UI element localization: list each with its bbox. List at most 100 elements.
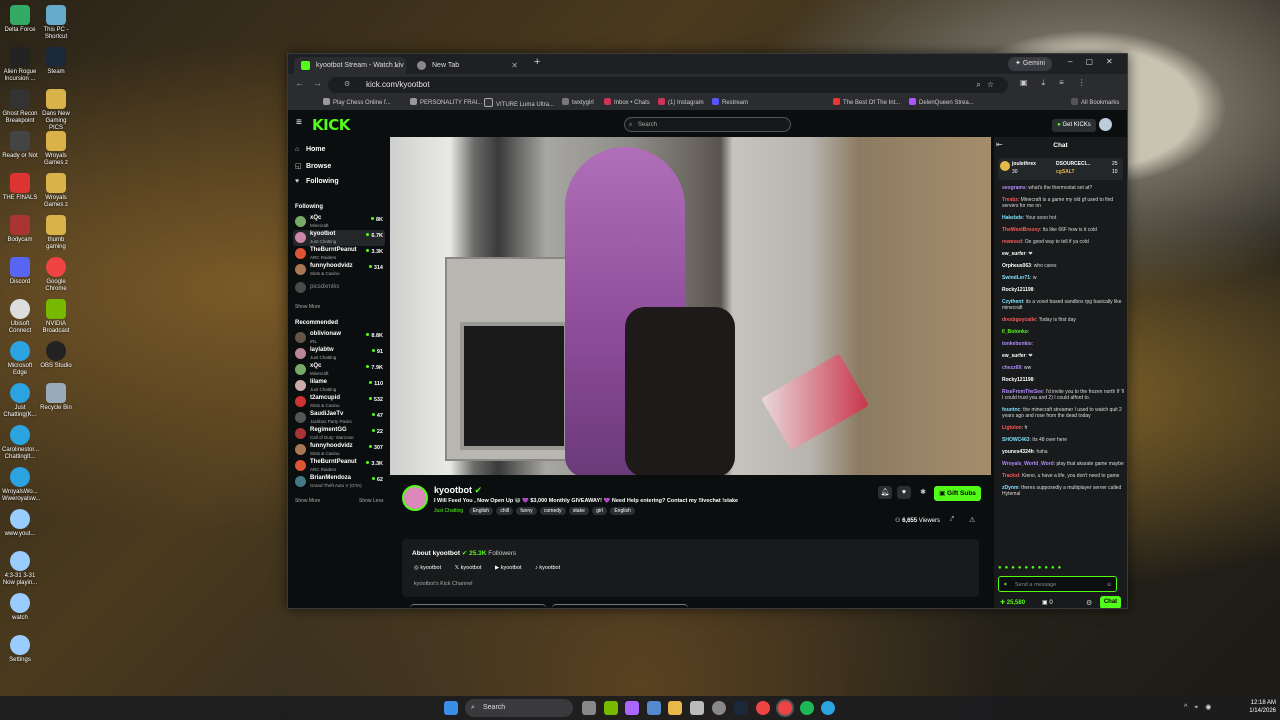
chat-input[interactable]: ✦ Send a message ☺ (998, 576, 1117, 592)
close-tab-icon[interactable]: ✕ (511, 57, 518, 74)
channel-item[interactable]: picsdxmiks (293, 280, 385, 296)
chat-message[interactable]: rewexsd: Oe good way to tell if ya cold (1002, 239, 1126, 245)
chat-message[interactable]: zDynm: theres supposedly a multiplayer s… (1002, 485, 1126, 497)
channel-points[interactable]: ✚ 25,580 (1000, 599, 1025, 606)
desktop-icon[interactable]: Ghost Recon Breakpoint (2, 89, 38, 125)
desktop-icon[interactable]: Recycle Bin (38, 383, 74, 412)
chat-username[interactable]: chezz69 (1002, 365, 1021, 371)
tag[interactable]: stake (568, 507, 589, 515)
chat-message[interactable]: younes4324h: haha (1002, 449, 1126, 455)
spotify-icon[interactable] (800, 701, 814, 715)
zoom-bookmark-icons[interactable]: ⌕☆ (976, 77, 1000, 93)
window-controls[interactable]: –▢✕ (1068, 57, 1126, 66)
send-chat-button[interactable]: Chat (1100, 596, 1121, 608)
leader-name[interactable]: cgSALT (1056, 169, 1075, 175)
copilot-icon[interactable] (625, 701, 639, 715)
search-input[interactable]: ⌕ Search (624, 117, 791, 132)
channel-item[interactable]: t2amcupid Slots & Casino 532 (293, 394, 385, 410)
nav-browse[interactable]: ◱ Browse (295, 162, 331, 170)
desktop-icon[interactable]: Carolinestor... ChattingIt... (2, 425, 39, 461)
chat-message[interactable]: TracksI: Kieno, u have a life, you don't… (1002, 473, 1126, 479)
panel-card[interactable] (410, 604, 546, 608)
desktop-icon[interactable]: Steam (38, 47, 74, 76)
avatar[interactable] (1099, 118, 1112, 131)
desktop-icon[interactable]: Wroyals Games z (38, 131, 74, 167)
share-gift-icon[interactable]: ✱ (916, 486, 930, 499)
channel-item[interactable]: RegimentGG Call of Duty: Warzone 22 (293, 426, 385, 442)
desktop-icon[interactable]: Settings (2, 635, 38, 664)
desktop-icon[interactable]: watch (2, 593, 38, 622)
chat-username[interactable]: tonkebonkio (1002, 341, 1032, 347)
site-info-icon[interactable]: ⚙ (344, 77, 350, 93)
chat-username[interactable]: Rocky121198 (1002, 287, 1033, 293)
chat-username[interactable]: Ligtolon (1002, 425, 1022, 431)
desktop-icon[interactable]: THE FINALS (2, 173, 38, 202)
bookmark[interactable]: twxtygirl (562, 98, 594, 108)
channel-item[interactable]: xQc Minecraft 8K (293, 214, 385, 230)
notification-bell-button[interactable]: 🔔︎ (878, 486, 892, 499)
bookmark[interactable]: Play Chess Online f... (323, 98, 391, 108)
chat-message[interactable]: Rocky121198: (1002, 377, 1126, 383)
store-icon[interactable] (690, 701, 704, 715)
tag[interactable]: English (610, 507, 635, 515)
bookmark[interactable]: VITURE Luma Ultra... (484, 98, 554, 110)
desktop-icon[interactable]: Google Chrome (38, 257, 74, 293)
chat-message[interactable]: RiseFromTheSee: I'd invite you to the fr… (1002, 389, 1126, 401)
url-field[interactable]: ⚙ kick.com/kyootbot ⌕☆ (328, 77, 1008, 93)
chat-username[interactable]: Rocky121198 (1002, 377, 1033, 383)
tiktok-link[interactable]: ♪ kyootbot (535, 565, 560, 571)
system-tray-icons[interactable]: ^⌖◉ (1184, 703, 1218, 712)
desktop-icon[interactable]: This PC - Shortcut (38, 5, 74, 41)
channel-item[interactable]: lilame Just Chatting 110 (293, 378, 385, 394)
chat-message[interactable]: tonkebonkio: (1002, 341, 1126, 347)
edge-icon[interactable] (821, 701, 835, 715)
bookmark[interactable]: The Best Of The Int... (833, 98, 900, 108)
chat-message[interactable]: ew_surfer: ❤ (1002, 251, 1126, 257)
streamer-avatar[interactable] (402, 485, 428, 511)
gemini-button[interactable]: ✦ Gemini (1008, 57, 1052, 71)
chat-username[interactable]: TheWestBrooxy (1002, 227, 1040, 233)
tag[interactable]: girl (592, 507, 607, 515)
instagram-link[interactable]: ◎ kyootbot (414, 565, 441, 571)
bookmark[interactable]: Restream (712, 98, 748, 108)
channel-item[interactable]: funnyhoodvidz Slots & Casino 307 (293, 442, 385, 458)
chat-message[interactable]: chezz69: ww (1002, 365, 1126, 371)
all-bookmarks[interactable]: All Bookmarks (1071, 98, 1119, 108)
channel-item[interactable]: TheBurntPeanut ARC Raiders 3.3K (293, 458, 385, 474)
desktop-icon[interactable]: Ready or Not (2, 131, 38, 160)
kick-logo[interactable]: KICK (312, 116, 350, 134)
settings-icon[interactable] (712, 701, 726, 715)
chat-username[interactable]: SwindLer71 (1002, 275, 1030, 281)
desktop-icon[interactable]: Ubisoft Connect (2, 299, 38, 335)
chat-username[interactable]: TracksI (1002, 473, 1019, 479)
clock[interactable]: 12:18 AM 1/14/2026 (1232, 699, 1276, 715)
chat-message[interactable]: Trexbz: Minecraft is a game my old gf us… (1002, 197, 1126, 209)
task-view-icon[interactable] (582, 701, 596, 715)
desktop-icon[interactable]: Microsoft Edge (2, 341, 38, 377)
start-icon[interactable] (444, 701, 458, 715)
chrome-icon[interactable] (756, 701, 770, 715)
chat-message[interactable]: SwindLer71: w (1002, 275, 1126, 281)
desktop-icon[interactable]: WroyalsWo... Wweroyalsw... (2, 467, 40, 503)
leader-name[interactable]: DSOURCECI... (1056, 161, 1090, 167)
channel-item[interactable]: kyootbot Just Chatting 6.7K (293, 230, 385, 246)
menu-icon[interactable]: ≡ (296, 117, 302, 128)
chat-message[interactable]: fountnc: the minecraft streamer I used t… (1002, 407, 1126, 419)
file-explorer-icon[interactable] (668, 701, 682, 715)
chat-message[interactable]: Wroyals_World_Word: play that akarate ga… (1002, 461, 1126, 467)
tag[interactable]: English (468, 507, 493, 515)
channel-item[interactable]: funnyhoodvidz Slots & Casino 314 (293, 262, 385, 278)
chat-username[interactable]: SHOWC463 (1002, 437, 1030, 443)
channel-item[interactable]: laylabtw Just Chatting 91 (293, 346, 385, 362)
desktop-icon[interactable]: Delta Force (2, 5, 38, 34)
chat-username[interactable]: ew_surfer (1002, 251, 1026, 257)
leader-name[interactable]: joulethrex (1012, 161, 1036, 167)
desktop-icon[interactable]: thumb gaming (38, 215, 74, 251)
channel-item[interactable]: xQc Minecraft 7.9K (293, 362, 385, 378)
chat-username[interactable]: drexbgoycatle (1002, 317, 1036, 323)
follow-button[interactable]: ♥ (897, 486, 911, 499)
chat-message[interactable]: seograms: what's the thermostat set at? (1002, 185, 1126, 191)
chat-message[interactable]: Hakebds: Your sooo hot (1002, 215, 1126, 221)
chrome-active-icon[interactable] (778, 701, 792, 715)
chat-message[interactable]: Ligtolon: fr (1002, 425, 1126, 431)
